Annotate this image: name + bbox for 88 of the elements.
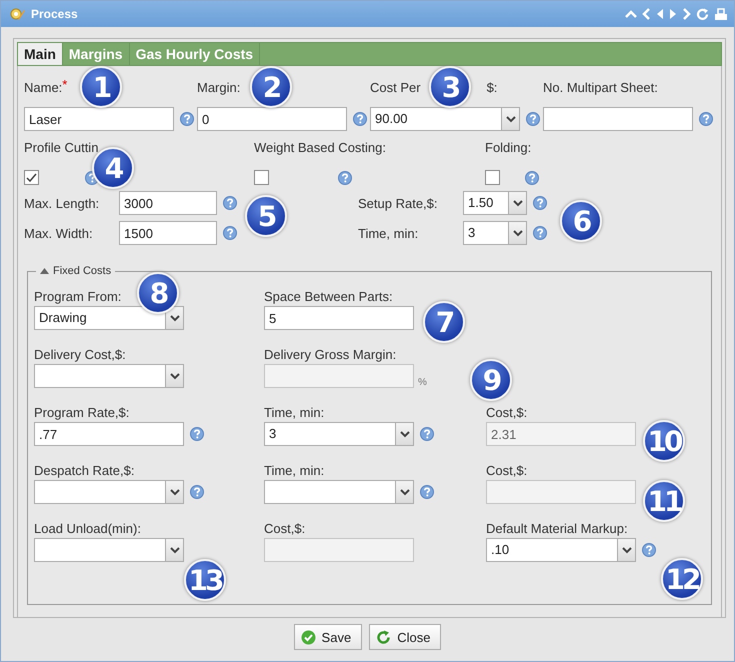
chevron-down-icon	[400, 430, 410, 438]
field-label: Time, min:	[264, 405, 324, 420]
field-label: Max. Length:	[24, 196, 100, 210]
dropdown[interactable]	[34, 538, 184, 562]
checkbox[interactable]	[254, 170, 269, 185]
field-label: Program From:	[34, 289, 122, 304]
dropdown[interactable]	[34, 480, 184, 504]
triangle-right-icon[interactable]	[669, 8, 677, 20]
collapse-triangle-icon[interactable]	[40, 268, 49, 274]
help-icon[interactable]	[526, 112, 540, 126]
dropdown[interactable]: 1.50	[463, 191, 527, 215]
unit-label: %	[418, 377, 427, 388]
field-label: Setup Rate,$:	[358, 196, 438, 210]
chevron-down-icon	[512, 200, 522, 206]
field-label: Cost,$:	[486, 405, 528, 420]
field-label: Space Between Parts:	[264, 289, 393, 304]
help-icon[interactable]	[180, 112, 194, 126]
chevron-left-icon[interactable]	[642, 8, 651, 20]
field-label: Cost Per	[370, 80, 421, 96]
chevron-up-icon[interactable]	[625, 9, 637, 19]
field-label: Despatch Rate,$:	[34, 463, 134, 478]
chevron-down-icon	[170, 488, 180, 496]
tab[interactable]: Main	[18, 43, 63, 65]
input-field[interactable]: 3000	[119, 191, 217, 215]
chevron-down-icon	[170, 546, 180, 554]
field-label: Time, min:	[264, 463, 324, 478]
help-icon[interactable]	[338, 170, 352, 184]
printer-icon[interactable]	[714, 8, 728, 20]
field-label: Weight Based Costing:	[254, 140, 386, 156]
field-label: Delivery Gross Margin:	[264, 347, 396, 362]
checkbox[interactable]	[24, 170, 39, 185]
field-label: No. Multipart Sheet:	[543, 80, 658, 96]
chevron-down-icon	[400, 488, 410, 496]
help-icon[interactable]	[420, 485, 434, 499]
help-icon[interactable]	[223, 226, 237, 240]
refresh-arrow-icon	[376, 630, 392, 644]
help-icon[interactable]	[699, 112, 713, 126]
field-label: Folding:	[485, 140, 532, 156]
chevron-down-icon	[506, 116, 516, 122]
chevron-down-icon	[170, 372, 180, 380]
input-field[interactable]	[543, 107, 693, 131]
help-icon[interactable]	[420, 427, 434, 441]
triangle-left-icon[interactable]	[656, 8, 664, 20]
dropdown[interactable]: 3	[463, 221, 527, 245]
chevron-right-icon[interactable]	[682, 8, 691, 20]
dropdown[interactable]	[34, 364, 184, 388]
dropdown[interactable]: .10	[486, 538, 636, 562]
help-icon[interactable]	[223, 196, 237, 210]
field-label: Load Unload(min):	[34, 521, 141, 536]
required-marker: *	[62, 80, 68, 90]
field-label: Margin:	[197, 80, 240, 96]
dropdown[interactable]	[264, 480, 414, 504]
help-icon[interactable]	[525, 170, 539, 184]
field-label: Default Material Markup:	[486, 521, 628, 536]
field-label: Name:	[24, 80, 62, 96]
help-icon[interactable]	[353, 112, 367, 126]
field-label: Max. Width:	[24, 226, 94, 240]
help-icon[interactable]	[190, 427, 204, 441]
chevron-down-icon	[622, 546, 632, 554]
close-button[interactable]: Close	[369, 624, 442, 650]
field-label: Profile Cuttin	[24, 140, 98, 156]
dropdown[interactable]: 3	[264, 422, 414, 446]
input-field[interactable]: 5	[264, 306, 414, 330]
save-button[interactable]: Save	[294, 624, 362, 650]
field-label: Program Rate,$:	[34, 405, 130, 420]
chevron-down-icon	[512, 230, 522, 236]
field-label: $:	[486, 80, 498, 96]
window-title: Process	[31, 7, 78, 21]
gear-pencil-icon	[9, 6, 25, 22]
input-field[interactable]: Laser	[24, 107, 174, 131]
field-label: Cost,$:	[486, 463, 528, 478]
refresh-icon[interactable]	[696, 8, 709, 20]
checkbox[interactable]	[485, 170, 500, 185]
input-field[interactable]: 1500	[119, 221, 217, 245]
dropdown[interactable]: Drawing	[34, 306, 184, 330]
dropdown[interactable]: 90.00	[370, 107, 520, 131]
chevron-down-icon	[170, 314, 180, 322]
check-circle-icon	[300, 630, 316, 644]
input-field[interactable]: .77	[34, 422, 184, 446]
field-label: Cost,$:	[264, 521, 306, 536]
help-icon[interactable]	[190, 485, 204, 499]
field-label: Delivery Cost,$:	[34, 347, 126, 362]
help-icon[interactable]	[533, 196, 547, 210]
fieldset-legend: Fixed Costs	[53, 265, 112, 277]
help-icon[interactable]	[533, 226, 547, 240]
help-icon[interactable]	[642, 543, 656, 557]
input-field[interactable]: 0	[197, 107, 347, 131]
field-label: Time, min:	[358, 226, 420, 240]
